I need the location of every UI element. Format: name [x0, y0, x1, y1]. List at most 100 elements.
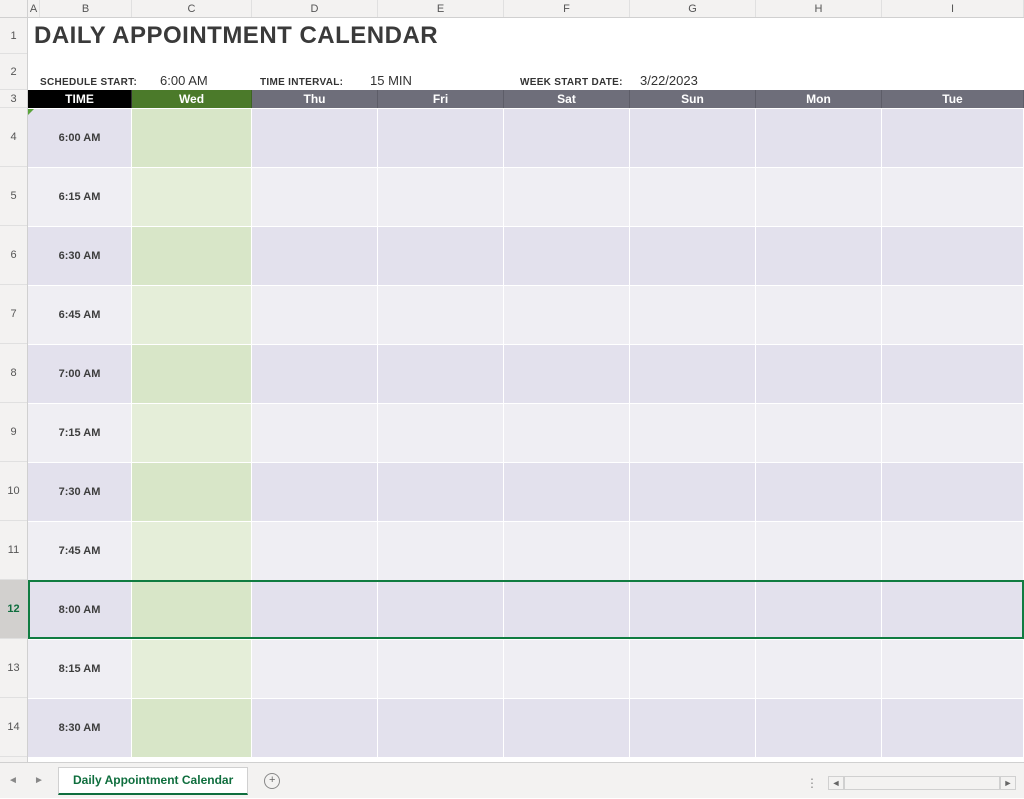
appointment-cell[interactable]: [756, 522, 882, 580]
schedule-start-value[interactable]: 6:00 AM: [160, 73, 260, 88]
appointment-cell[interactable]: [504, 640, 630, 698]
appointment-cell[interactable]: [252, 168, 378, 226]
appointment-cell[interactable]: [132, 699, 252, 757]
appointment-cell[interactable]: [756, 640, 882, 698]
hscroll-right-button[interactable]: ►: [1000, 776, 1016, 790]
col-header-c[interactable]: C: [132, 0, 252, 17]
appointment-cell[interactable]: [882, 345, 1024, 403]
appointment-cell[interactable]: [756, 345, 882, 403]
appointment-cell[interactable]: [132, 345, 252, 403]
row-header-12[interactable]: 12: [0, 580, 27, 639]
row-header-13[interactable]: 13: [0, 639, 27, 698]
time-cell[interactable]: 6:45 AM: [28, 286, 132, 344]
row-header-8[interactable]: 8: [0, 344, 27, 403]
col-header-a[interactable]: A: [28, 0, 40, 17]
appointment-cell[interactable]: [378, 581, 504, 639]
col-header-g[interactable]: G: [630, 0, 756, 17]
row-header-11[interactable]: 11: [0, 521, 27, 580]
appointment-cell[interactable]: [378, 699, 504, 757]
time-cell[interactable]: 7:15 AM: [28, 404, 132, 462]
appointment-cell[interactable]: [252, 227, 378, 285]
appointment-cell[interactable]: [756, 286, 882, 344]
appointment-cell[interactable]: [378, 227, 504, 285]
appointment-cell[interactable]: [882, 286, 1024, 344]
appointment-cell[interactable]: [504, 699, 630, 757]
time-cell[interactable]: 8:15 AM: [28, 640, 132, 698]
appointment-cell[interactable]: [630, 522, 756, 580]
appointment-cell[interactable]: [504, 581, 630, 639]
appointment-cell[interactable]: [252, 640, 378, 698]
worksheet-area[interactable]: DAILY APPOINTMENT CALENDAR SCHEDULE STAR…: [28, 18, 1024, 762]
col-header-b[interactable]: B: [40, 0, 132, 17]
appointment-cell[interactable]: [630, 168, 756, 226]
appointment-cell[interactable]: [630, 227, 756, 285]
col-header-i[interactable]: I: [882, 0, 1024, 17]
appointment-cell[interactable]: [756, 581, 882, 639]
appointment-cell[interactable]: [504, 463, 630, 521]
col-header-f[interactable]: F: [504, 0, 630, 17]
row-header-1[interactable]: 1: [0, 18, 27, 54]
appointment-cell[interactable]: [378, 404, 504, 462]
appointment-cell[interactable]: [252, 345, 378, 403]
time-cell[interactable]: 8:30 AM: [28, 699, 132, 757]
appointment-cell[interactable]: [132, 286, 252, 344]
time-interval-value[interactable]: 15 MIN: [370, 73, 520, 88]
appointment-cell[interactable]: [630, 109, 756, 167]
appointment-cell[interactable]: [882, 227, 1024, 285]
appointment-cell[interactable]: [252, 581, 378, 639]
time-cell[interactable]: 7:30 AM: [28, 463, 132, 521]
appointment-cell[interactable]: [756, 109, 882, 167]
appointment-cell[interactable]: [132, 109, 252, 167]
appointment-cell[interactable]: [132, 463, 252, 521]
appointment-cell[interactable]: [630, 699, 756, 757]
appointment-cell[interactable]: [252, 463, 378, 521]
appointment-cell[interactable]: [504, 522, 630, 580]
appointment-cell[interactable]: [756, 463, 882, 521]
col-header-h[interactable]: H: [756, 0, 882, 17]
row-header-6[interactable]: 6: [0, 226, 27, 285]
appointment-cell[interactable]: [882, 168, 1024, 226]
appointment-cell[interactable]: [756, 404, 882, 462]
appointment-cell[interactable]: [882, 463, 1024, 521]
appointment-cell[interactable]: [630, 286, 756, 344]
row-header-7[interactable]: 7: [0, 285, 27, 344]
appointment-cell[interactable]: [378, 463, 504, 521]
appointment-cell[interactable]: [378, 640, 504, 698]
appointment-cell[interactable]: [630, 404, 756, 462]
appointment-cell[interactable]: [882, 404, 1024, 462]
appointment-cell[interactable]: [378, 168, 504, 226]
appointment-cell[interactable]: [378, 109, 504, 167]
appointment-cell[interactable]: [882, 109, 1024, 167]
appointment-cell[interactable]: [882, 522, 1024, 580]
appointment-cell[interactable]: [252, 522, 378, 580]
appointment-cell[interactable]: [504, 168, 630, 226]
appointment-cell[interactable]: [756, 227, 882, 285]
time-cell[interactable]: 7:00 AM: [28, 345, 132, 403]
time-cell[interactable]: 6:15 AM: [28, 168, 132, 226]
appointment-cell[interactable]: [378, 345, 504, 403]
row-header-5[interactable]: 5: [0, 167, 27, 226]
row-header-10[interactable]: 10: [0, 462, 27, 521]
appointment-cell[interactable]: [882, 640, 1024, 698]
appointment-cell[interactable]: [252, 286, 378, 344]
appointment-cell[interactable]: [132, 522, 252, 580]
tab-nav-prev[interactable]: ◄: [0, 763, 26, 799]
week-start-value[interactable]: 3/22/2023: [640, 73, 760, 88]
col-header-e[interactable]: E: [378, 0, 504, 17]
appointment-cell[interactable]: [132, 404, 252, 462]
appointment-cell[interactable]: [630, 581, 756, 639]
sheet-tab-active[interactable]: Daily Appointment Calendar: [58, 767, 248, 795]
appointment-cell[interactable]: [132, 640, 252, 698]
appointment-cell[interactable]: [504, 109, 630, 167]
time-cell[interactable]: 6:30 AM: [28, 227, 132, 285]
appointment-cell[interactable]: [132, 227, 252, 285]
appointment-cell[interactable]: [378, 286, 504, 344]
appointment-cell[interactable]: [756, 699, 882, 757]
tab-nav-next[interactable]: ►: [26, 763, 52, 799]
row-header-2[interactable]: 2: [0, 54, 27, 90]
appointment-cell[interactable]: [882, 699, 1024, 757]
col-header-d[interactable]: D: [252, 0, 378, 17]
row-header-4[interactable]: 4: [0, 108, 27, 167]
row-header-3[interactable]: 3: [0, 90, 27, 108]
appointment-cell[interactable]: [882, 581, 1024, 639]
